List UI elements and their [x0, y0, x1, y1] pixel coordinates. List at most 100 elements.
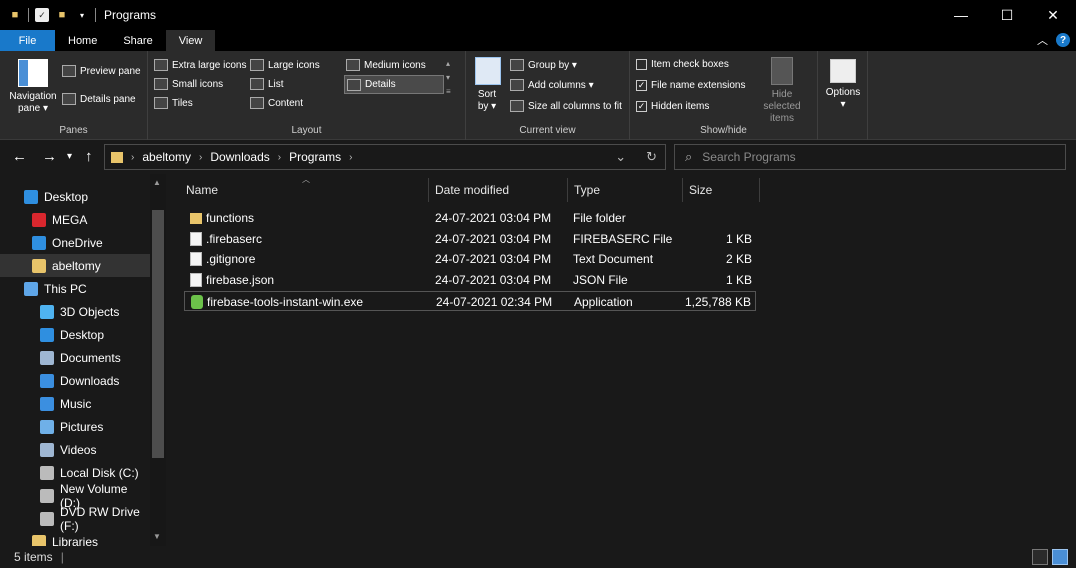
- picture-icon: [40, 419, 54, 434]
- large-icons-view-icon[interactable]: [1052, 549, 1068, 565]
- address-bar[interactable]: › abeltomy › Downloads › Programs › ⌄ ↻: [104, 144, 666, 170]
- document-icon: [40, 350, 54, 365]
- add-columns-button[interactable]: Add columns ▾: [510, 79, 594, 91]
- sidebar-item[interactable]: Documents: [0, 346, 150, 369]
- chevron-right-icon[interactable]: ›: [131, 152, 134, 163]
- add-columns-icon: [510, 79, 524, 91]
- list-icon: [250, 78, 264, 90]
- table-row[interactable]: firebase-tools-instant-win.exe 24-07-2021…: [184, 290, 756, 311]
- column-header-size[interactable]: Size: [683, 178, 759, 202]
- new-folder-icon[interactable]: ■: [55, 8, 69, 22]
- recent-locations-icon[interactable]: ▾: [67, 151, 72, 162]
- layout-group-label: Layout: [291, 125, 322, 136]
- preview-pane-button[interactable]: Preview pane: [62, 65, 141, 77]
- back-arrow-icon[interactable]: ←: [12, 148, 27, 165]
- current-view-group-label: Current view: [519, 125, 576, 136]
- breadcrumb-downloads[interactable]: Downloads: [210, 150, 269, 164]
- tab-home[interactable]: Home: [55, 30, 110, 51]
- small-icons-button[interactable]: Small icons: [154, 78, 223, 90]
- sidebar-item[interactable]: Desktop: [0, 323, 150, 346]
- sidebar-item-label: Videos: [60, 442, 97, 457]
- scroll-up-icon[interactable]: ▲: [153, 178, 161, 187]
- table-row[interactable]: .firebaserc 24-07-2021 03:04 PM FIREBASERC…: [184, 229, 756, 249]
- sidebar-item-label: DVD RW Drive (F:): [60, 504, 140, 533]
- close-button[interactable]: ✕: [1030, 0, 1076, 30]
- file-type: File folder: [573, 211, 626, 225]
- column-divider[interactable]: [759, 178, 760, 202]
- table-row[interactable]: functions 24-07-2021 03:04 PM File folder: [184, 208, 756, 228]
- hide-selected-items-button[interactable]: Hide selected items: [750, 57, 814, 125]
- maximize-button[interactable]: ☐: [984, 0, 1030, 30]
- sidebar-item[interactable]: Videos: [0, 438, 150, 461]
- file-name-extensions-toggle[interactable]: ✓ File name extensions: [636, 80, 746, 91]
- tab-share[interactable]: Share: [110, 30, 165, 51]
- search-input[interactable]: [702, 150, 1043, 164]
- status-divider: |: [60, 550, 64, 564]
- search-box[interactable]: ⌕: [674, 144, 1066, 170]
- refresh-icon[interactable]: ↻: [646, 149, 657, 165]
- size-all-columns-button[interactable]: Size all columns to fit: [510, 100, 622, 112]
- tab-view[interactable]: View: [165, 30, 216, 51]
- breadcrumb-programs[interactable]: Programs: [289, 150, 341, 164]
- sidebar-item[interactable]: abeltomy: [0, 254, 150, 277]
- customize-quick-access-icon[interactable]: ▾: [75, 8, 89, 22]
- large-icons-button[interactable]: Large icons: [250, 59, 320, 71]
- sidebar-scrollbar[interactable]: ▲ ▼: [150, 174, 166, 546]
- file-size: 1 KB: [725, 273, 752, 288]
- navigation-pane-button[interactable]: Navigation pane ▾: [6, 59, 60, 115]
- layout-scroll-icon[interactable]: ▴ ▾ ≡: [446, 57, 451, 99]
- content-view-button[interactable]: Content: [250, 97, 303, 109]
- collapse-ribbon-icon[interactable]: ︿: [1037, 32, 1048, 48]
- hidden-items-checkbox[interactable]: ✓: [636, 101, 647, 112]
- column-header-type[interactable]: Type: [568, 178, 682, 202]
- forward-arrow-icon[interactable]: →: [42, 148, 57, 165]
- sidebar-item[interactable]: Music: [0, 392, 150, 415]
- details-pane-button[interactable]: Details pane: [62, 93, 136, 105]
- details-view-button[interactable]: Details: [344, 75, 444, 94]
- up-arrow-icon[interactable]: ↑: [85, 148, 93, 165]
- hidden-items-toggle[interactable]: ✓ Hidden items: [636, 101, 709, 112]
- sidebar-item[interactable]: MEGA: [0, 208, 150, 231]
- desktop-icon: [24, 189, 38, 204]
- tab-file[interactable]: File: [0, 30, 55, 51]
- sidebar-item[interactable]: This PC: [0, 277, 150, 300]
- options-button[interactable]: Options ▾: [822, 59, 864, 111]
- sidebar-item[interactable]: Libraries: [0, 530, 150, 546]
- show-hide-group-label: Show/hide: [700, 125, 747, 136]
- item-check-boxes-checkbox[interactable]: [636, 59, 647, 70]
- minimize-button[interactable]: —: [938, 0, 984, 30]
- table-row[interactable]: .gitignore 24-07-2021 03:04 PM Text Docume…: [184, 249, 756, 269]
- item-check-boxes-toggle[interactable]: Item check boxes: [636, 59, 729, 70]
- table-row[interactable]: firebase.json 24-07-2021 03:04 PM JSON Fil…: [184, 270, 756, 290]
- sidebar-item[interactable]: Desktop: [0, 185, 150, 208]
- chevron-right-icon[interactable]: ›: [199, 152, 202, 163]
- sidebar-item[interactable]: 3D Objects: [0, 300, 150, 323]
- sidebar-scroll-thumb[interactable]: [152, 210, 164, 458]
- column-header-name[interactable]: Name: [180, 178, 428, 202]
- sidebar-item-label: Downloads: [60, 373, 120, 388]
- medium-icons-button[interactable]: Medium icons: [346, 59, 426, 71]
- address-dropdown-icon[interactable]: ⌄: [615, 149, 626, 165]
- tiles-view-button[interactable]: Tiles: [154, 97, 193, 109]
- sidebar-item-label: abeltomy: [52, 258, 101, 273]
- file-size: 1,25,788 KB: [684, 294, 751, 309]
- breadcrumb-abeltomy[interactable]: abeltomy: [142, 150, 191, 164]
- file-name-extensions-checkbox[interactable]: ✓: [636, 80, 647, 91]
- group-by-button[interactable]: Group by ▾: [510, 59, 577, 71]
- details-view-icon[interactable]: [1032, 549, 1048, 565]
- folder-icon: [111, 151, 123, 163]
- extra-large-icons-button[interactable]: Extra large icons: [154, 59, 246, 71]
- chevron-right-icon[interactable]: ›: [278, 152, 281, 163]
- properties-icon[interactable]: ✓: [35, 8, 49, 22]
- sidebar-item[interactable]: Pictures: [0, 415, 150, 438]
- sidebar-item[interactable]: Downloads: [0, 369, 150, 392]
- chevron-right-icon[interactable]: ›: [349, 152, 352, 163]
- help-icon[interactable]: ?: [1056, 33, 1070, 47]
- sidebar-item[interactable]: OneDrive: [0, 231, 150, 254]
- cube-icon: [40, 304, 54, 319]
- column-header-date[interactable]: Date modified: [429, 178, 567, 202]
- sidebar-item[interactable]: DVD RW Drive (F:): [0, 504, 150, 533]
- scroll-down-icon[interactable]: ▼: [153, 532, 161, 541]
- sort-by-button[interactable]: Sort by ▾: [472, 57, 504, 113]
- list-view-button[interactable]: List: [250, 78, 284, 90]
